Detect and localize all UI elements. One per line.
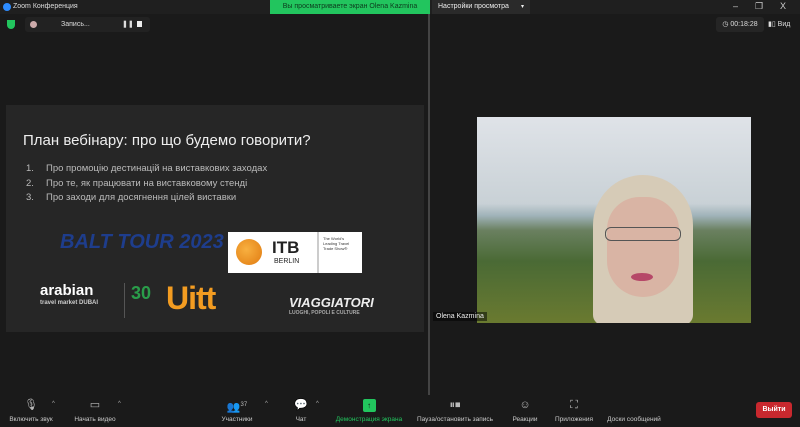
chat-caret-icon[interactable]: ^	[316, 401, 319, 407]
item-text: Про промоцію дестинацій на виставкових з…	[46, 163, 268, 174]
list-item: 2. Про те, як працювати на виставковому с…	[26, 177, 267, 192]
unmute-button[interactable]: 🎙 Включить звук	[6, 399, 56, 423]
meeting-toolbar: 🎙 Включить звук ^ ▭ Начать видео ^ 👥37 Учас…	[0, 395, 800, 427]
meeting-timer: ◷ 00:18:28	[716, 17, 764, 32]
record-label: Пауза/остановить запись	[416, 416, 494, 423]
participants-caret-icon[interactable]: ^	[265, 401, 268, 407]
muted-mic-icon: 🎙	[24, 399, 38, 411]
split-divider[interactable]	[428, 14, 430, 395]
security-shield-icon[interactable]	[7, 20, 15, 29]
viag-text: VIAGGIATORI	[289, 295, 374, 310]
stop-recording-button[interactable]	[137, 21, 142, 27]
uitt-logo: Uitt	[166, 280, 216, 316]
arabian-travel-market-logo: arabian travel market DUBAI	[40, 283, 99, 309]
item-number: 1.	[26, 163, 34, 174]
viag-sub: LUOGHI, POPOLI E CULTURE	[289, 310, 360, 316]
list-item: 3. Про заходи для досягнення цілей вистав…	[26, 191, 267, 206]
share-label: Демонстрация экрана	[335, 416, 403, 423]
list-item: 1. Про промоцію дестинацій на виставкових…	[26, 162, 267, 177]
video-options-caret-icon[interactable]: ^	[118, 401, 121, 407]
slide-title: План вебінару: про що будемо говорити?	[23, 132, 311, 149]
participants-button[interactable]: 👥37 Участники	[217, 399, 257, 423]
participants-icon: 👥37	[226, 401, 248, 414]
itb-city: BERLIN	[274, 258, 300, 265]
title-bar: Zoom Конференция Вы просматриваете экран…	[0, 0, 800, 14]
apps-label: Приложения	[554, 416, 594, 423]
window-title: Zoom Конференция	[13, 3, 78, 10]
view-options-dropdown[interactable]: Настройки просмотра ▾	[432, 0, 530, 14]
glasses	[605, 227, 681, 241]
item-number: 3.	[26, 192, 34, 203]
whiteboards-button[interactable]: Доски сообщений	[602, 399, 666, 423]
participant-name-tag: Olena Kazmina	[433, 312, 487, 321]
recording-label: Запись...	[61, 21, 90, 28]
leave-button[interactable]: Выйти	[756, 402, 792, 418]
share-screen-icon: ↑	[362, 399, 376, 412]
item-text: Про те, як працювати на виставковому сте…	[46, 177, 248, 189]
maximize-button[interactable]: ❐	[755, 1, 763, 12]
chat-icon: 💬	[294, 399, 308, 411]
view-options-label: Настройки просмотра	[438, 3, 509, 10]
item-number: 2.	[26, 177, 34, 189]
close-button[interactable]: X	[780, 1, 786, 11]
globe-icon	[236, 239, 262, 265]
zoom-logo-icon	[3, 3, 11, 11]
slide-list: 1. Про промоцію дестинацій на виставкових…	[26, 162, 267, 206]
pause-recording-button[interactable]: ❚❚	[122, 20, 134, 28]
shared-slide: План вебінару: про що будемо говорити? 1…	[6, 105, 424, 332]
reactions-icon: ☺	[519, 399, 531, 411]
apps-button[interactable]: ⛶ Приложения	[550, 399, 598, 423]
recording-indicator: Запись... ❚❚	[25, 17, 150, 32]
balttour-logo: BALT TOUR 2023	[60, 231, 224, 253]
share-screen-button[interactable]: ↑ Демонстрация экрана	[332, 399, 406, 423]
unmute-label: Включить звук	[9, 416, 53, 423]
minimize-button[interactable]: –	[733, 1, 738, 11]
audio-options-caret-icon[interactable]: ^	[52, 401, 55, 407]
participants-count: 37	[240, 402, 248, 408]
participant-video[interactable]	[477, 117, 751, 323]
atm-sub: travel market DUBAI	[40, 300, 99, 306]
atm-30-years-logo: 30	[124, 283, 152, 318]
person-face	[607, 197, 679, 297]
itb-tagline: The World's Leading Travel Trade Show®	[317, 232, 362, 273]
video-off-icon: ▭	[89, 399, 101, 411]
chevron-down-icon: ▾	[520, 4, 524, 10]
viaggiatori-logo: VIAGGIATORI LUOGHI, POPOLI E CULTURE	[289, 295, 374, 316]
participants-label: Участники	[221, 416, 253, 423]
reactions-label: Реакции	[512, 416, 538, 423]
lips	[631, 273, 653, 281]
pause-stop-icon: ⏸⏹	[449, 399, 461, 411]
start-video-label: Начать видео	[74, 416, 116, 423]
chat-button[interactable]: 💬 Чат	[290, 399, 312, 423]
chat-label: Чат	[295, 416, 307, 423]
view-button[interactable]: ▮▯ Вид	[768, 20, 790, 28]
start-video-button[interactable]: ▭ Начать видео	[70, 399, 120, 423]
record-dot-icon	[30, 21, 37, 28]
reactions-button[interactable]: ☺ Реакции	[510, 399, 540, 423]
whiteboards-label: Доски сообщений	[607, 416, 661, 423]
apps-icon: ⛶	[570, 399, 578, 411]
screen-share-banner: Вы просматриваете экран Olena Kazmina	[270, 0, 430, 14]
itb-text: ITB	[272, 238, 300, 257]
pause-stop-recording-button[interactable]: ⏸⏹ Пауза/остановить запись	[412, 399, 498, 423]
item-text: Про заходи для досягнення цілей виставки	[46, 192, 237, 203]
